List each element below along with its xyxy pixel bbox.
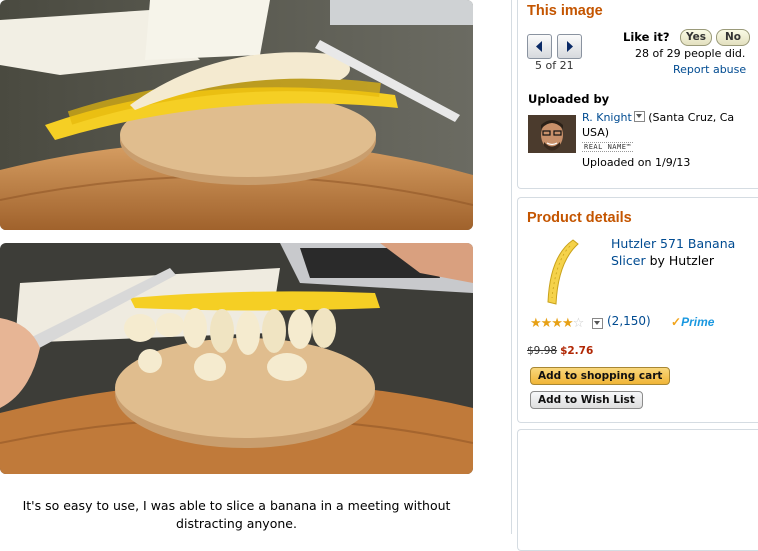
uploaded-by-label: Uploaded by	[528, 92, 610, 106]
product-photo-top	[0, 0, 473, 230]
left-arrow-icon	[536, 41, 542, 52]
prev-image-button[interactable]	[527, 34, 552, 59]
list-price: $9.98	[527, 345, 558, 357]
vote-count: 28 of 29 people did.	[635, 47, 746, 60]
upload-date: Uploaded on 1/9/13	[582, 156, 691, 169]
panel-title: Product details	[527, 210, 632, 226]
avatar[interactable]	[528, 115, 576, 153]
right-arrow-icon	[567, 41, 573, 52]
prime-badge: ✓Prime	[671, 315, 715, 329]
reviews-link[interactable]: (2,150)	[607, 314, 651, 328]
column-divider	[511, 0, 512, 534]
star-rating-icon[interactable]: ★★★★☆	[530, 316, 584, 331]
chevron-down-icon[interactable]	[592, 318, 603, 329]
product-title: Hutzler 571 Banana Slicer by Hutzler	[611, 235, 751, 269]
product-details-panel: Product details	[517, 197, 758, 423]
image-counter: 5 of 21	[535, 59, 574, 72]
prime-check-icon: ✓	[671, 315, 682, 329]
product-thumbnail[interactable]	[540, 236, 586, 308]
add-to-cart-button[interactable]: Add to shopping cart	[530, 367, 671, 385]
price: $9.98 $2.76	[527, 345, 593, 357]
report-abuse-link[interactable]: Report abuse	[673, 63, 746, 76]
no-button[interactable]: No	[716, 29, 750, 46]
image-caption: It's so easy to use, I was able to slice…	[22, 498, 451, 531]
product-brand: Hutzler	[668, 253, 714, 268]
yes-button[interactable]: Yes	[680, 29, 712, 46]
sale-price: $2.76	[560, 345, 594, 357]
uploader-info: R. Knight (Santa Cruz, Ca USA)	[582, 110, 757, 140]
by-label: by	[649, 253, 665, 268]
real-name-badge: REAL NAME™	[582, 142, 634, 152]
empty-panel	[517, 429, 758, 551]
panel-title: This image	[527, 3, 603, 19]
product-photo-bottom	[0, 243, 473, 474]
next-image-button[interactable]	[557, 34, 582, 59]
chevron-down-icon[interactable]	[633, 111, 645, 122]
uploader-name-link[interactable]: R. Knight	[582, 111, 632, 124]
like-it-label: Like it?	[623, 30, 670, 44]
add-to-wish-list-button[interactable]: Add to Wish List	[530, 391, 643, 409]
